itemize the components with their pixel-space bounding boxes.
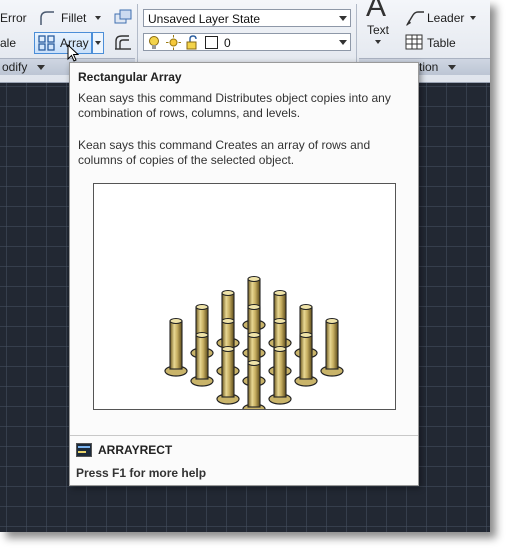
tooltip-title: Rectangular Array	[78, 70, 182, 84]
layer-state-dropdown[interactable]: Unsaved Layer State	[143, 9, 351, 27]
pillar	[190, 332, 214, 387]
layer-current-value: 0	[224, 36, 231, 50]
scale-button[interactable]: ale	[0, 36, 16, 50]
mouse-cursor-icon	[67, 43, 80, 67]
text-button[interactable]: Text	[367, 23, 389, 37]
layer-dropdown[interactable]: 0	[143, 33, 351, 51]
pillar	[164, 318, 188, 377]
sun-icon	[166, 35, 181, 55]
application-window: Error ale Fillet Array odify Unsaved Lay…	[0, 0, 490, 532]
array-preview-image	[93, 183, 396, 415]
offset-icon[interactable]	[113, 33, 133, 56]
text-large-icon: A	[366, 0, 387, 23]
pillar	[268, 346, 292, 405]
chevron-down-icon	[339, 40, 347, 45]
pillar	[320, 318, 344, 377]
annotation-expand-icon	[448, 65, 456, 70]
chevron-down-icon	[339, 16, 347, 21]
fillet-dropdown-icon[interactable]	[95, 16, 101, 20]
tooltip-extended-description: Kean says this command Creates an array …	[78, 138, 371, 167]
fillet-icon	[38, 9, 56, 32]
leader-dropdown-icon[interactable]	[470, 16, 476, 20]
unlock-icon	[186, 35, 200, 55]
tooltip-description: Kean says this command Distributes objec…	[78, 91, 391, 120]
layer-state-value: Unsaved Layer State	[148, 12, 261, 26]
layer-color-swatch	[205, 36, 218, 49]
table-button[interactable]: Table	[427, 36, 456, 50]
modify-expand-icon	[37, 65, 45, 70]
tooltip: Rectangular Array Kean says this command…	[69, 62, 419, 486]
annotation-panel-label: tion	[419, 60, 439, 74]
lightbulb-icon	[148, 35, 160, 55]
pillar	[294, 332, 318, 387]
table-icon	[405, 34, 423, 55]
array-dropdown-button[interactable]	[92, 32, 104, 54]
command-icon	[76, 443, 92, 462]
tooltip-command-name: ARRAYRECT	[98, 443, 173, 457]
text-dropdown-icon[interactable]	[375, 40, 381, 44]
tooltip-divider	[70, 435, 418, 436]
array-grid-icon	[38, 35, 56, 56]
fillet-button[interactable]: Fillet	[61, 11, 86, 25]
tooltip-help-hint: Press F1 for more help	[76, 466, 207, 480]
copy-objects-icon[interactable]	[113, 8, 133, 31]
modify-panel-label: odify	[2, 60, 28, 74]
array-illustration	[164, 276, 344, 415]
pillar	[216, 346, 240, 405]
leader-button[interactable]: Leader	[427, 11, 464, 25]
leader-icon	[405, 9, 425, 32]
mirror-button[interactable]: Error	[0, 11, 27, 25]
